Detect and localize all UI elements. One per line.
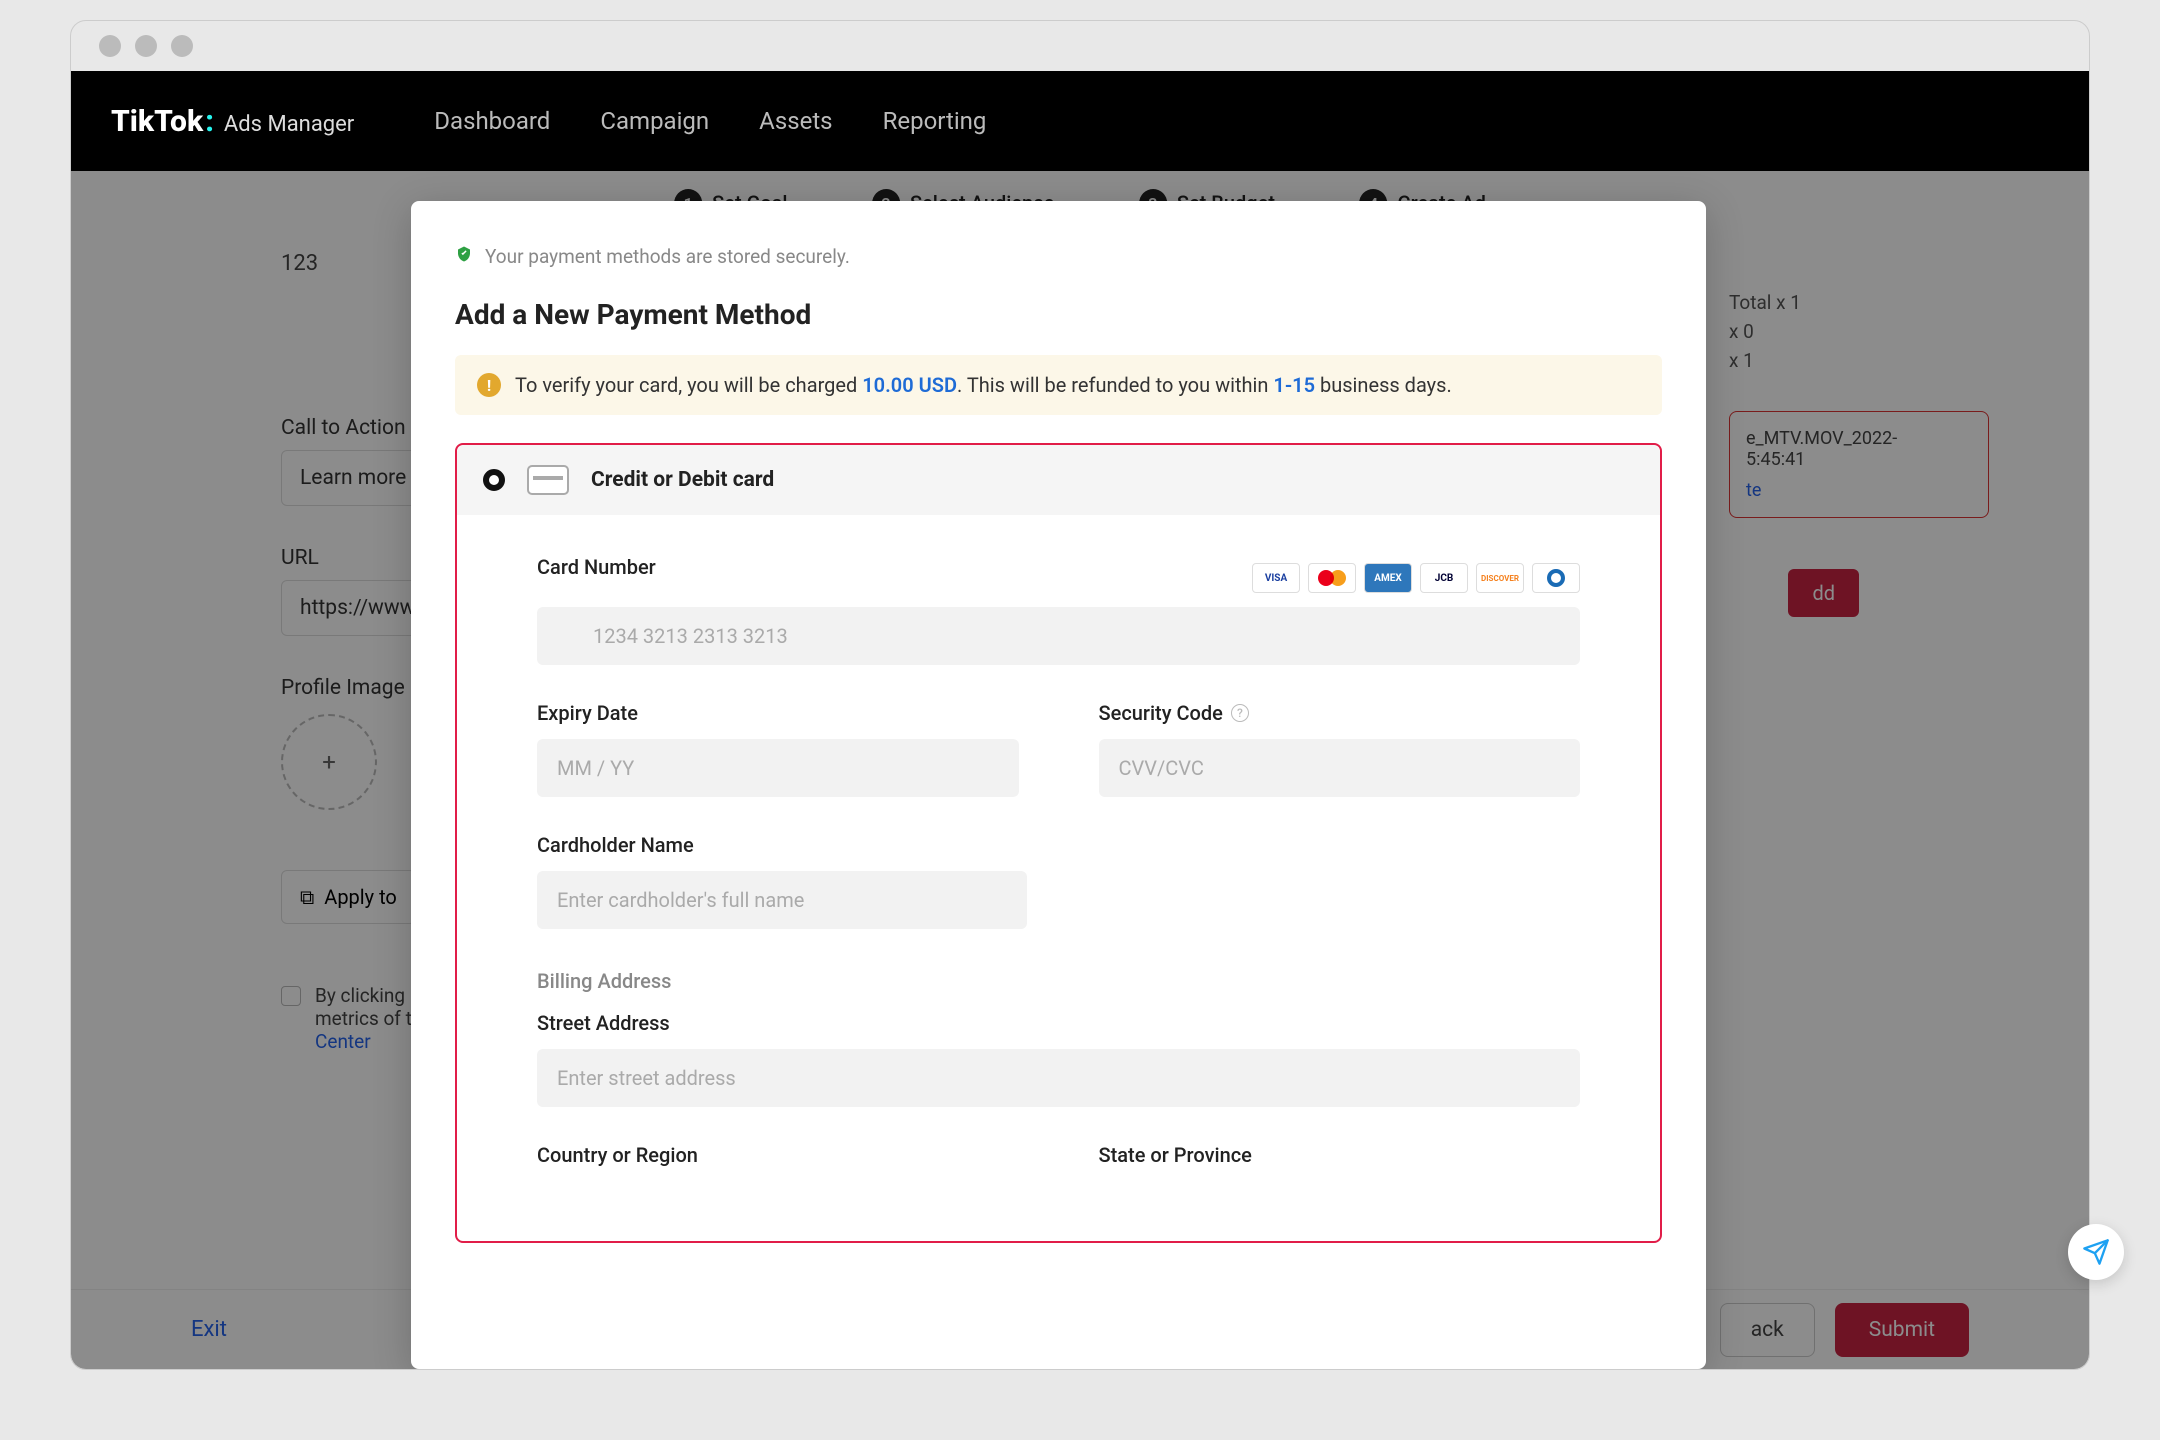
expiry-input[interactable] — [537, 739, 1019, 797]
browser-window: TikTok: Ads Manager Dashboard Campaign A… — [70, 20, 2090, 1370]
verify-amount: 10.00 USD — [862, 373, 957, 397]
help-icon[interactable]: ? — [1231, 704, 1249, 722]
country-label: Country or Region — [537, 1143, 1019, 1167]
cardholder-label: Cardholder Name — [537, 833, 1580, 857]
warning-icon: ! — [477, 373, 501, 397]
traffic-light-close[interactable] — [99, 35, 121, 57]
card-option-block: Credit or Debit card Card Number VISA AM… — [455, 443, 1662, 1243]
modal-title: Add a New Payment Method — [455, 298, 1662, 331]
cardholder-input[interactable] — [537, 871, 1027, 929]
nav-assets[interactable]: Assets — [759, 107, 832, 135]
floating-send-button[interactable] — [2068, 1224, 2124, 1280]
send-icon — [2082, 1238, 2110, 1266]
brand-name: TikTok — [111, 104, 203, 139]
card-number-label: Card Number — [537, 555, 656, 579]
nav-reporting[interactable]: Reporting — [883, 107, 987, 135]
state-label: State or Province — [1099, 1143, 1581, 1167]
accepted-card-logos: VISA AMEX JCB DISCOVER — [1252, 563, 1580, 593]
verify-banner: ! To verify your card, you will be charg… — [455, 355, 1662, 415]
street-input[interactable] — [537, 1049, 1580, 1107]
brand-subtitle: Ads Manager — [224, 112, 354, 137]
billing-section-label: Billing Address — [537, 969, 1580, 993]
card-option-label: Credit or Debit card — [591, 468, 774, 492]
visa-icon: VISA — [1252, 563, 1300, 593]
traffic-light-minimize[interactable] — [135, 35, 157, 57]
app-shell: TikTok: Ads Manager Dashboard Campaign A… — [71, 71, 2089, 1369]
card-form: Card Number VISA AMEX JCB DISCOVER — [457, 515, 1660, 1241]
card-icon — [527, 465, 569, 495]
payment-method-modal: Your payment methods are stored securely… — [411, 201, 1706, 1369]
cvv-label: Security Code ? — [1099, 701, 1581, 725]
nav-dashboard[interactable]: Dashboard — [434, 107, 550, 135]
diners-icon — [1532, 563, 1580, 593]
brand-colon-icon: : — [205, 104, 214, 139]
nav-campaign[interactable]: Campaign — [600, 107, 709, 135]
content-area: 1Set Goal •••••••••• 2Select Audience ••… — [71, 171, 2089, 1369]
nav-links: Dashboard Campaign Assets Reporting — [434, 107, 986, 135]
shield-icon — [455, 245, 473, 268]
window-titlebar — [71, 21, 2089, 71]
card-number-input[interactable] — [537, 607, 1580, 665]
top-navigation: TikTok: Ads Manager Dashboard Campaign A… — [71, 71, 2089, 171]
brand-logo[interactable]: TikTok: Ads Manager — [111, 104, 354, 139]
amex-icon: AMEX — [1364, 563, 1412, 593]
verify-text: To verify your card, you will be charged… — [515, 373, 1452, 397]
traffic-light-zoom[interactable] — [171, 35, 193, 57]
street-label: Street Address — [537, 1011, 1580, 1035]
secure-message-row: Your payment methods are stored securely… — [455, 245, 1662, 268]
discover-icon: DISCOVER — [1476, 563, 1524, 593]
verify-days: 1-15 — [1273, 373, 1315, 397]
mastercard-icon — [1308, 563, 1356, 593]
cvv-input[interactable] — [1099, 739, 1581, 797]
jcb-icon: JCB — [1420, 563, 1468, 593]
card-radio[interactable] — [483, 469, 505, 491]
card-option-header[interactable]: Credit or Debit card — [457, 445, 1660, 515]
expiry-label: Expiry Date — [537, 701, 1019, 725]
secure-message: Your payment methods are stored securely… — [485, 245, 850, 268]
